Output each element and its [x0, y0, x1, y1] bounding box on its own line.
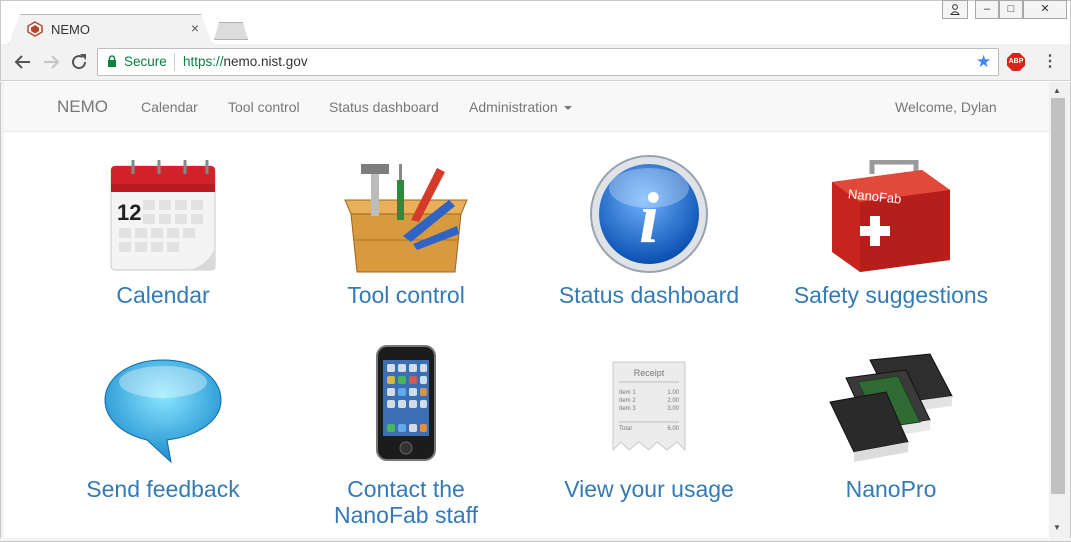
security-label: Secure [124, 54, 167, 69]
info-glyph: i [639, 178, 659, 258]
speech-bubble-icon [104, 359, 222, 464]
window-right-edge [1067, 82, 1071, 542]
caret-down-icon [563, 106, 572, 111]
calendar-icon: 12 [110, 160, 216, 271]
receipt-title: Receipt [634, 368, 665, 378]
window-bottom-edge [0, 538, 1071, 542]
info-icon: i [590, 155, 708, 273]
tile-tool-control[interactable]: Tool control [286, 154, 526, 314]
toolbox-icon [344, 164, 468, 273]
tile-safety-suggestions[interactable]: NanoFab Safety suggestions [771, 154, 1011, 314]
tile-label: Send feedback [86, 476, 240, 502]
tile-label-line1: Contact the [347, 476, 465, 502]
tile-status-dashboard[interactable]: i Status dashboard [529, 154, 769, 314]
nav-calendar[interactable]: Calendar [141, 99, 198, 115]
phone-icon [376, 345, 436, 461]
tile-label: Tool control [347, 282, 465, 308]
nav-administration-dropdown[interactable]: Administration [469, 99, 572, 115]
brand-link[interactable]: NEMO [57, 97, 108, 117]
restore-button[interactable]: □ [999, 0, 1023, 19]
nav-status-dashboard[interactable]: Status dashboard [329, 99, 439, 115]
tile-view-usage[interactable]: Receipt Item 1 Item 2 Item 3 1.00 2.00 3… [529, 344, 769, 514]
tile-calendar[interactable]: 12 Calendar [43, 154, 283, 314]
profile-button[interactable] [942, 0, 968, 19]
scrollbar-thumb[interactable] [1051, 98, 1065, 494]
bookmark-star-icon[interactable]: ★ [976, 53, 991, 70]
tile-label: Status dashboard [558, 282, 740, 308]
calendar-day: 12 [117, 200, 141, 225]
new-tab-button[interactable] [214, 22, 248, 40]
tile-nanopro[interactable]: NanoPro [771, 344, 1011, 514]
tile-contact-staff[interactable]: Contact the NanoFab staff [286, 344, 526, 528]
browser-menu-icon[interactable]: ⋮ [1042, 52, 1058, 72]
tab-close-icon[interactable]: × [188, 20, 202, 36]
url-text[interactable]: https://nemo.nist.gov [183, 54, 308, 69]
site-navbar: NEMO Calendar Tool control Status dashbo… [4, 82, 1049, 132]
receipt-amount: 3.00 [667, 406, 679, 412]
receipt-total: 6.00 [667, 426, 679, 432]
scroll-up-icon[interactable]: ▲ [1053, 86, 1061, 95]
page-viewport: NEMO Calendar Tool control Status dashbo… [4, 82, 1049, 538]
welcome-user[interactable]: Welcome, Dylan [895, 99, 997, 115]
adblock-plus-icon[interactable]: ABP [1007, 53, 1025, 71]
books-icon [829, 353, 953, 462]
scroll-down-icon[interactable]: ▼ [1053, 523, 1061, 532]
url-host: nemo.nist.gov [223, 54, 308, 69]
receipt-item: Item 1 [619, 390, 636, 396]
reload-icon[interactable] [68, 51, 90, 73]
receipt-total-label: Total [619, 426, 632, 432]
receipt-item: Item 3 [619, 406, 636, 412]
forward-arrow-icon[interactable] [40, 51, 62, 73]
receipt-amount: 1.00 [667, 390, 679, 396]
person-icon [950, 4, 960, 15]
tile-label: View your usage [564, 476, 734, 502]
receipt-icon: Receipt Item 1 Item 2 Item 3 1.00 2.00 3… [612, 361, 686, 452]
minimize-button[interactable]: – [975, 0, 999, 19]
close-window-button[interactable]: ✕ [1023, 0, 1067, 19]
first-aid-kit-icon: NanoFab [832, 160, 950, 272]
nav-administration-label: Administration [469, 99, 558, 115]
address-separator [174, 53, 175, 71]
tab-title: NEMO [51, 22, 90, 37]
receipt-amount: 2.00 [667, 398, 679, 404]
lock-icon [108, 55, 116, 67]
receipt-item: Item 2 [619, 398, 636, 404]
tile-send-feedback[interactable]: Send feedback [43, 344, 283, 514]
nav-tool-control[interactable]: Tool control [228, 99, 300, 115]
url-scheme: https:// [183, 54, 224, 69]
nemo-favicon-icon [27, 21, 43, 37]
back-arrow-icon[interactable] [12, 51, 34, 73]
tile-label: NanoPro [845, 476, 937, 502]
tile-label-line2: NanoFab staff [333, 502, 479, 528]
tile-label: Safety suggestions [793, 282, 989, 308]
tile-label: Calendar [116, 282, 210, 308]
